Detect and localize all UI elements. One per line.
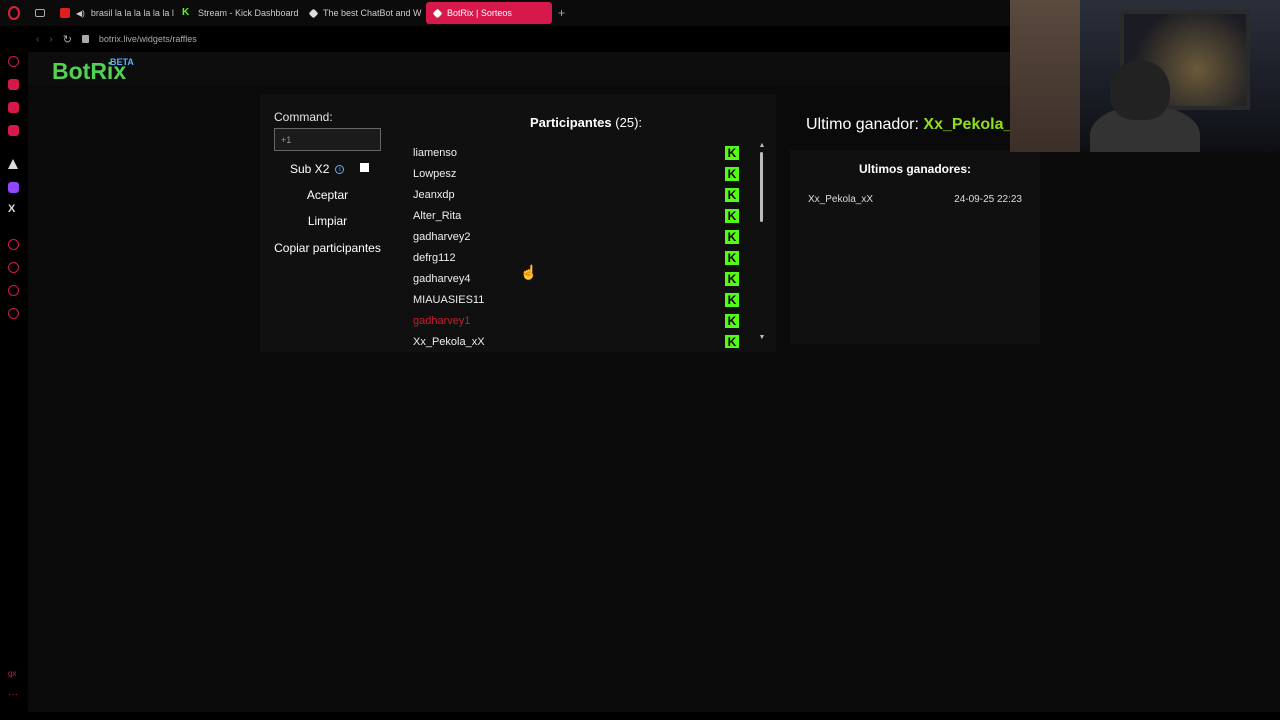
tab-botrix-sorteos[interactable]: BotRix | Sorteos bbox=[426, 2, 552, 24]
list-item[interactable]: Jeanxdp K bbox=[400, 185, 740, 206]
speaker-icon[interactable]: ◀) bbox=[76, 9, 85, 18]
recent-winners-panel: Ultimos ganadores: Xx_Pekola_xX 24-09-25… bbox=[790, 150, 1040, 344]
participants-count: (25): bbox=[615, 115, 643, 130]
participant-name: gadharvey2 bbox=[413, 231, 471, 243]
tab-menu-icon[interactable] bbox=[28, 0, 52, 26]
scroll-up-icon[interactable]: ▲ bbox=[758, 142, 766, 149]
tab-label: Stream - Kick Dashboard bbox=[198, 8, 299, 18]
command-input[interactable] bbox=[274, 128, 381, 151]
participant-name: gadharvey4 bbox=[413, 273, 471, 285]
recent-winners-title: Ultimos ganadores: bbox=[858, 162, 972, 176]
webcam-person-head bbox=[1110, 60, 1170, 120]
beta-badge: BETA bbox=[110, 57, 134, 67]
tab-youtube[interactable]: ◀) brasil la la la la la la la bbox=[52, 2, 174, 24]
new-tab-button[interactable]: + bbox=[552, 6, 571, 20]
opera-logo-icon[interactable] bbox=[0, 0, 28, 26]
messenger-icon[interactable] bbox=[8, 102, 19, 113]
youtube-icon bbox=[60, 8, 70, 18]
participants-scrollbar[interactable]: ▲ ▼ bbox=[758, 142, 766, 344]
sub-x2-option: Sub X2 i bbox=[290, 162, 345, 176]
list-item[interactable]: gadharvey1 K bbox=[400, 311, 740, 332]
history-icon[interactable] bbox=[8, 56, 19, 67]
kick-icon: K bbox=[725, 188, 739, 202]
kick-icon: K bbox=[725, 251, 739, 265]
forward-icon[interactable]: › bbox=[49, 34, 52, 45]
participant-name: Jeanxdp bbox=[413, 189, 455, 201]
participant-name: Lowpesz bbox=[413, 168, 457, 180]
last-winner-label: Ultimo ganador: bbox=[806, 116, 919, 133]
kick-icon: K bbox=[725, 230, 739, 244]
participants-title: Participantes (25): bbox=[530, 115, 642, 130]
lock-icon[interactable] bbox=[81, 35, 89, 43]
more-icon[interactable]: ··· bbox=[8, 689, 19, 700]
opera-gx-icon[interactable]: gx bbox=[8, 668, 19, 679]
player-icon[interactable] bbox=[8, 239, 19, 250]
url-field[interactable]: botrix.live/widgets/raffles bbox=[99, 34, 197, 44]
tab-label: BotRix | Sorteos bbox=[447, 8, 512, 18]
tab-label: brasil la la la la la la la bbox=[90, 8, 174, 18]
webcam-wall bbox=[1010, 0, 1080, 152]
list-item[interactable]: liamenso K bbox=[400, 143, 740, 164]
gmail-icon[interactable] bbox=[8, 125, 19, 136]
kick-icon: K bbox=[725, 314, 739, 328]
participant-name: Xx_Pekola_xX bbox=[413, 336, 485, 348]
participant-name: liamenso bbox=[413, 147, 458, 159]
settings-icon[interactable] bbox=[8, 308, 19, 319]
list-item[interactable]: Xx_Pekola_xX K bbox=[400, 332, 740, 348]
participant-name: MIAUASIES11 bbox=[413, 294, 485, 306]
tab-botrix-chatbot[interactable]: The best ChatBot and W bbox=[302, 2, 426, 24]
last-winner-heading: Ultimo ganador: Xx_Pekola_xX bbox=[806, 116, 1010, 134]
list-item[interactable]: gadharvey2 K bbox=[400, 227, 740, 248]
extensions-icon[interactable] bbox=[8, 285, 19, 296]
command-label: Command: bbox=[274, 110, 333, 124]
list-item[interactable]: MIAUASIES11 K bbox=[400, 290, 740, 311]
winner-name: Xx_Pekola_xX bbox=[808, 194, 874, 205]
participant-name: Alter_Rita bbox=[413, 210, 462, 222]
list-item[interactable]: gadharvey4 K bbox=[400, 269, 740, 290]
winner-date: 24-09-25 22:23 bbox=[954, 194, 1022, 205]
reload-icon[interactable]: ↻ bbox=[63, 33, 72, 46]
bag-icon[interactable] bbox=[8, 79, 19, 90]
x-icon[interactable]: X bbox=[8, 204, 19, 215]
clear-button[interactable]: Limpiar bbox=[274, 210, 381, 232]
tab-kick-dashboard[interactable]: K Stream - Kick Dashboard bbox=[174, 2, 302, 24]
aria-icon[interactable] bbox=[8, 159, 18, 169]
kick-icon: K bbox=[725, 209, 739, 223]
accept-button[interactable]: Aceptar bbox=[274, 184, 381, 206]
scroll-thumb[interactable] bbox=[760, 152, 763, 222]
participants-label: Participantes bbox=[530, 115, 612, 130]
list-item: Xx_Pekola_xX 24-09-25 22:23 bbox=[808, 194, 1022, 205]
participants-list[interactable]: liamenso K Lowpesz K Jeanxdp K Alter_Rit… bbox=[400, 143, 754, 348]
list-item[interactable]: Lowpesz K bbox=[400, 164, 740, 185]
sub-x2-label: Sub X2 bbox=[290, 162, 330, 176]
participant-name: gadharvey1 bbox=[413, 315, 471, 327]
kick-icon: K bbox=[182, 7, 190, 18]
hand-cursor-icon: ☝ bbox=[520, 264, 538, 280]
browser-sidebar: X gx ··· bbox=[0, 44, 28, 720]
twitch-icon[interactable] bbox=[8, 182, 19, 193]
back-icon[interactable]: ‹ bbox=[36, 34, 39, 45]
scroll-down-icon[interactable]: ▼ bbox=[758, 334, 766, 341]
info-icon[interactable]: i bbox=[335, 164, 345, 174]
copy-participants-button[interactable]: Copiar participantes bbox=[274, 237, 381, 259]
kick-icon: K bbox=[725, 272, 739, 286]
sub-x2-checkbox[interactable] bbox=[360, 163, 369, 172]
botrix-icon bbox=[308, 8, 319, 18]
raffle-panel: Command: Sub X2 i Aceptar Limpiar Copiar… bbox=[260, 94, 776, 352]
kick-icon: K bbox=[725, 146, 739, 160]
last-winner-name: Xx_Pekola_xX bbox=[923, 116, 1010, 133]
webcam-overlay bbox=[1010, 0, 1280, 152]
tab-label: The best ChatBot and W bbox=[323, 8, 422, 18]
kick-icon: K bbox=[725, 335, 739, 348]
participant-name: defrg112 bbox=[413, 252, 456, 264]
list-item[interactable]: Alter_Rita K bbox=[400, 206, 740, 227]
botrix-icon bbox=[432, 8, 443, 18]
list-item[interactable]: defrg112 K bbox=[400, 248, 740, 269]
kick-icon: K bbox=[725, 293, 739, 307]
clock-icon[interactable] bbox=[8, 262, 19, 273]
kick-icon: K bbox=[725, 167, 739, 181]
